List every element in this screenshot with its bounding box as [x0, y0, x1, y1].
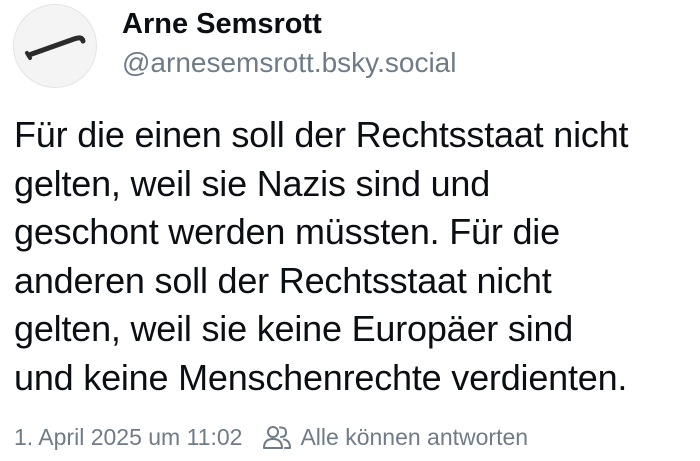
post-footer: 1. April 2025 um 11:02 Alle können antwo… — [14, 421, 528, 453]
post: Arne Semsrott @arnesemsrott.bsky.social … — [0, 0, 700, 461]
author-handle[interactable]: @arnesemsrott.bsky.social — [122, 45, 456, 81]
people-icon — [263, 426, 292, 449]
author-display-name[interactable]: Arne Semsrott — [122, 6, 322, 42]
crowbar-icon — [25, 35, 86, 60]
author-avatar[interactable] — [13, 4, 97, 88]
post-timestamp[interactable]: 1. April 2025 um 11:02 — [14, 424, 242, 451]
post-text: Für die einen soll der Rechtsstaat nicht… — [14, 114, 629, 398]
reply-setting-label[interactable]: Alle können antworten — [300, 424, 528, 451]
